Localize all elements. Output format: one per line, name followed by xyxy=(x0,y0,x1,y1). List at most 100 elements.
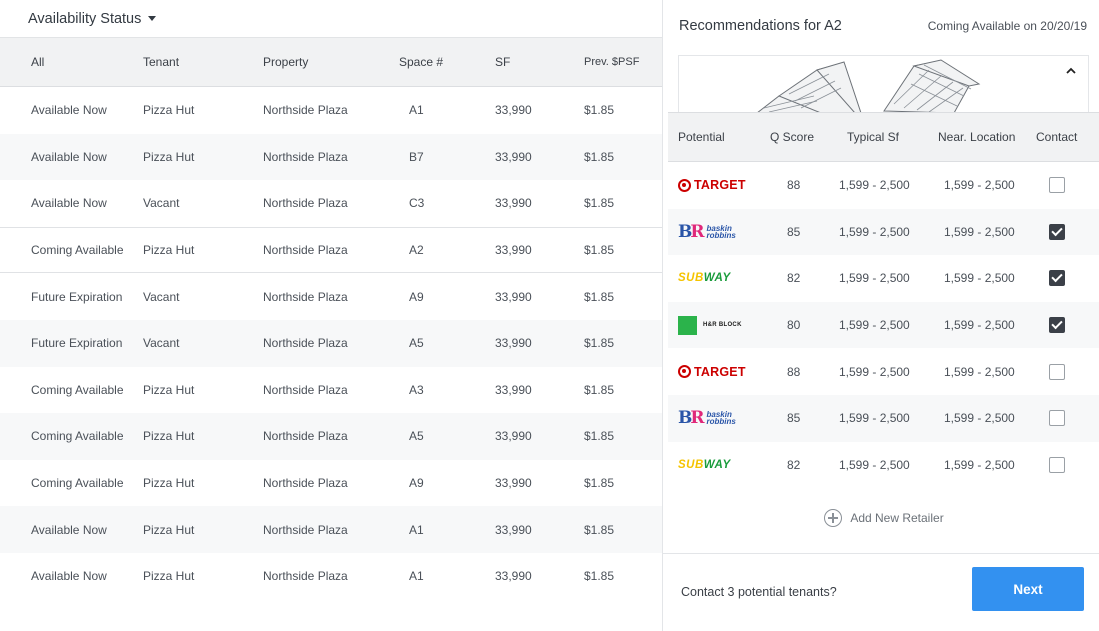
cell-tenant: Pizza Hut xyxy=(143,149,195,164)
cell-tenant: Pizza Hut xyxy=(143,243,195,258)
cell-tenant: Pizza Hut xyxy=(143,429,195,444)
cell-prev-psf: $1.85 xyxy=(584,429,615,444)
cell-prev-psf: $1.85 xyxy=(584,382,615,397)
cell-property: Northside Plaza xyxy=(263,289,348,304)
cell-status: Future Expiration xyxy=(31,289,123,304)
contact-checkbox[interactable] xyxy=(1049,410,1065,427)
contact-cell xyxy=(1049,223,1065,240)
column-header-prev-psf[interactable]: Prev. $PSF xyxy=(584,56,639,68)
availability-status-dropdown[interactable]: Availability Status xyxy=(28,11,157,27)
brand-name: SUBWAY xyxy=(678,272,731,285)
table-row[interactable]: Available Now Pizza Hut Northside Plaza A1 3… xyxy=(0,506,662,553)
column-header-contact[interactable]: Contact xyxy=(1036,130,1077,144)
contact-checkbox[interactable] xyxy=(1049,223,1065,240)
cell-q-score: 85 xyxy=(787,224,801,239)
cell-sf: 33,990 xyxy=(495,149,532,164)
recommendation-row: SUBWAY 82 1,599 - 2,500 1,599 - 2,500 xyxy=(668,255,1099,302)
availability-table-header: All Tenant Property Space # SF Prev. $PS… xyxy=(0,37,662,87)
brand-logo-subway: SUBWAY xyxy=(678,268,731,288)
cell-q-score: 80 xyxy=(787,318,801,333)
cell-prev-psf: $1.85 xyxy=(584,289,615,304)
table-row[interactable]: Coming Available Pizza Hut Northside Plaza… xyxy=(0,226,662,274)
table-row[interactable]: Future Expiration Vacant Northside Plaza A9… xyxy=(0,273,662,320)
recommendations-table-body: TARGET 88 1,599 - 2,500 1,599 - 2,500 BR bask… xyxy=(668,162,1099,488)
contact-cell xyxy=(1049,317,1065,334)
column-header-tenant[interactable]: Tenant xyxy=(143,55,179,69)
contact-checkbox[interactable] xyxy=(1049,270,1065,287)
brand-name: H&R BLOCK xyxy=(703,322,742,329)
cell-space: A2 xyxy=(409,243,424,258)
hr-block-square-icon xyxy=(678,315,697,335)
cell-q-score: 85 xyxy=(787,411,801,426)
cell-status: Future Expiration xyxy=(31,336,123,351)
site-map-preview[interactable] xyxy=(678,55,1089,112)
brand-logo-subway: SUBWAY xyxy=(678,455,731,475)
cell-sf: 33,990 xyxy=(495,196,532,211)
add-new-retailer-label: Add New Retailer xyxy=(850,511,944,525)
recommendations-table-header: Potential Q Score Typical Sf Near. Locat… xyxy=(668,112,1099,162)
availability-table-body: Available Now Pizza Hut Northside Plaza A1 3… xyxy=(0,87,662,600)
table-row[interactable]: Coming Available Pizza Hut Northside Plaza… xyxy=(0,367,662,414)
column-header-q-score[interactable]: Q Score xyxy=(770,130,814,144)
cell-space: A5 xyxy=(409,429,424,444)
cell-prev-psf: $1.85 xyxy=(584,103,615,118)
table-row[interactable]: Available Now Vacant Northside Plaza C3 33,9… xyxy=(0,180,662,227)
column-header-near-location[interactable]: Near. Location xyxy=(938,130,1015,144)
cell-sf: 33,990 xyxy=(495,289,532,304)
cell-near-location: 1,599 - 2,500 xyxy=(944,178,1015,193)
cell-space: A5 xyxy=(409,336,424,351)
table-row[interactable]: Available Now Pizza Hut Northside Plaza B7 3… xyxy=(0,133,662,181)
contact-question: Contact 3 potential tenants? xyxy=(681,585,837,599)
table-row[interactable]: Future Expiration Vacant Northside Plaza A5… xyxy=(0,319,662,367)
cell-prev-psf: $1.85 xyxy=(584,149,615,164)
column-header-sf[interactable]: SF xyxy=(495,55,510,69)
column-header-all[interactable]: All xyxy=(31,55,44,69)
cell-property: Northside Plaza xyxy=(263,196,348,211)
cell-q-score: 88 xyxy=(787,364,801,379)
cell-tenant: Vacant xyxy=(143,289,180,304)
cell-tenant: Vacant xyxy=(143,196,180,211)
add-new-retailer-button[interactable]: Add New Retailer xyxy=(668,488,1099,548)
table-row[interactable]: Available Now Pizza Hut Northside Plaza A1 3… xyxy=(0,553,662,600)
cell-prev-psf: $1.85 xyxy=(584,243,615,258)
recommendation-row: BR baskin robbins 85 1,599 - 2,500 1,599 - 2… xyxy=(668,394,1099,442)
cell-space: A9 xyxy=(409,289,424,304)
contact-checkbox[interactable] xyxy=(1049,456,1065,473)
contact-checkbox[interactable] xyxy=(1049,317,1065,334)
cell-near-location: 1,599 - 2,500 xyxy=(944,224,1015,239)
brand-name: SUBWAY xyxy=(678,458,731,471)
chevron-up-icon[interactable] xyxy=(1064,64,1078,78)
cell-q-score: 82 xyxy=(787,271,801,286)
column-header-space[interactable]: Space # xyxy=(399,55,443,69)
contact-cell xyxy=(1049,270,1065,287)
cell-sf: 33,990 xyxy=(495,336,532,351)
table-row[interactable]: Coming Available Pizza Hut Northside Plaza… xyxy=(0,413,662,460)
cell-near-location: 1,599 - 2,500 xyxy=(944,411,1015,426)
column-header-potential[interactable]: Potential xyxy=(678,130,725,144)
cell-sf: 33,990 xyxy=(495,569,532,584)
brand-name: TARGET xyxy=(694,364,746,379)
brand-logo-baskin: BR baskin robbins xyxy=(678,222,743,242)
cell-typical-sf: 1,599 - 2,500 xyxy=(839,224,910,239)
cell-prev-psf: $1.85 xyxy=(584,522,615,537)
baskin-robbins-mark-icon: BR xyxy=(678,408,705,429)
next-button[interactable]: Next xyxy=(972,567,1084,611)
recommendations-panel: Recommendations for A2 Coming Available … xyxy=(662,0,1099,631)
cell-tenant: Vacant xyxy=(143,336,180,351)
contact-checkbox[interactable] xyxy=(1049,363,1065,380)
cell-sf: 33,990 xyxy=(495,382,532,397)
column-header-typical-sf[interactable]: Typical Sf xyxy=(847,130,899,144)
recommendations-footer: Contact 3 potential tenants? Next xyxy=(663,553,1099,631)
table-row[interactable]: Coming Available Pizza Hut Northside Plaza… xyxy=(0,460,662,507)
cell-prev-psf: $1.85 xyxy=(584,196,615,211)
column-header-property[interactable]: Property xyxy=(263,55,308,69)
contact-checkbox[interactable] xyxy=(1049,177,1065,194)
cell-near-location: 1,599 - 2,500 xyxy=(944,457,1015,472)
table-row[interactable]: Available Now Pizza Hut Northside Plaza A1 3… xyxy=(0,87,662,134)
recommendation-row: BR baskin robbins 85 1,599 - 2,500 1,599 - 2… xyxy=(668,208,1099,256)
cell-sf: 33,990 xyxy=(495,103,532,118)
cell-q-score: 88 xyxy=(787,178,801,193)
plus-circle-icon xyxy=(824,509,843,527)
cell-property: Northside Plaza xyxy=(263,429,348,444)
cell-property: Northside Plaza xyxy=(263,336,348,351)
